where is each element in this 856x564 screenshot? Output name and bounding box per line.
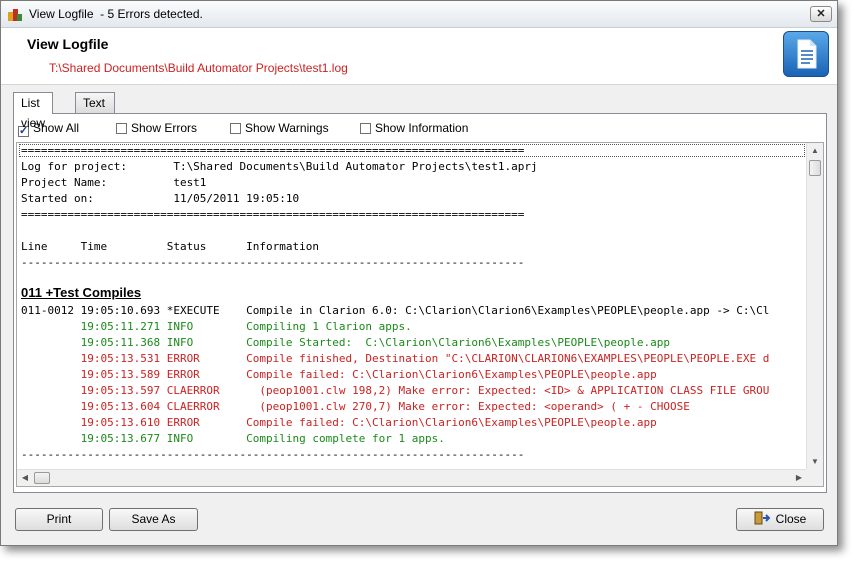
show-warnings-label: Show Warnings xyxy=(245,121,329,135)
log-line[interactable]: ----------------------------------------… xyxy=(21,255,524,271)
log-line-error[interactable]: 19:05:13.604 CLAERROR (peop1001.clw 270,… xyxy=(21,399,690,415)
tab-list-view[interactable]: List view xyxy=(13,92,53,130)
tab-text-view[interactable]: Text view xyxy=(75,92,116,130)
log-line[interactable]: 011-0012 19:05:10.693 *EXECUTE Compile i… xyxy=(21,303,769,319)
show-errors-checkbox[interactable]: Show Errors xyxy=(116,120,197,136)
show-information-label: Show Information xyxy=(375,121,469,135)
checkbox-icon xyxy=(116,123,127,134)
show-information-checkbox[interactable]: Show Information xyxy=(360,120,468,136)
log-line[interactable]: ----------------------------------------… xyxy=(21,447,524,463)
log-line[interactable]: Log for project: T:\Shared Documents\Bui… xyxy=(21,159,538,175)
page-title: View Logfile xyxy=(27,36,109,52)
log-line-error[interactable]: 19:05:13.589 ERROR Compile failed: C:\Cl… xyxy=(21,367,657,383)
log-line-info[interactable]: 19:05:11.368 INFO Compile Started: C:\Cl… xyxy=(21,335,670,351)
header-panel: View Logfile T:\Shared Documents\Build A… xyxy=(1,28,837,85)
log-line-error[interactable]: 19:05:13.610 ERROR Compile failed: C:\Cl… xyxy=(21,415,657,431)
exit-door-icon xyxy=(754,511,770,525)
app-icon xyxy=(8,9,22,21)
document-icon xyxy=(783,31,829,77)
view-logfile-window: View Logfile - 5 Errors detected. ✕ View… xyxy=(0,0,838,546)
checkbox-icon xyxy=(360,123,371,134)
checkbox-icon xyxy=(230,123,241,134)
window-title: View Logfile - 5 Errors detected. xyxy=(29,7,203,21)
log-line[interactable]: ========================================… xyxy=(21,143,524,159)
scroll-right-arrow-icon[interactable]: ▶ xyxy=(791,470,807,486)
scroll-up-arrow-icon[interactable]: ▲ xyxy=(807,143,823,159)
scroll-down-arrow-icon[interactable]: ▼ xyxy=(807,454,823,470)
horizontal-scroll-thumb[interactable] xyxy=(34,472,50,484)
close-button-label: Close xyxy=(775,512,807,526)
log-line-error[interactable]: 19:05:13.597 CLAERROR (peop1001.clw 198,… xyxy=(21,383,770,399)
log-line[interactable]: Project Name: test1 xyxy=(21,175,206,191)
log-line-info[interactable]: 19:05:11.271 INFO Compiling 1 Clarion ap… xyxy=(21,319,412,335)
list-view-panel: ✓Show All Show Errors Show Warnings Show… xyxy=(13,113,827,493)
scrollbar-corner xyxy=(806,469,823,486)
log-line-error[interactable]: 19:05:13.531 ERROR Compile finished, Des… xyxy=(21,351,770,367)
save-as-button[interactable]: Save As xyxy=(109,508,198,531)
log-section-heading[interactable]: 011 +Test Compiles xyxy=(21,285,141,301)
show-warnings-checkbox[interactable]: Show Warnings xyxy=(230,120,329,136)
filter-bar: ✓Show All Show Errors Show Warnings Show… xyxy=(18,120,818,137)
scroll-left-arrow-icon[interactable]: ◀ xyxy=(17,470,33,486)
print-button[interactable]: Print xyxy=(15,508,103,531)
footer-bar: Print Save As Close xyxy=(1,501,837,541)
log-list[interactable]: ========================================… xyxy=(16,142,824,487)
log-file-path: T:\Shared Documents\Build Automator Proj… xyxy=(49,61,348,75)
show-errors-label: Show Errors xyxy=(131,121,198,135)
log-line-info[interactable]: 19:05:13.677 INFO Compiling complete for… xyxy=(21,431,445,447)
horizontal-scrollbar[interactable]: ◀ ▶ xyxy=(17,469,807,486)
log-line[interactable]: Line Time Status Information xyxy=(21,239,319,255)
log-lines: ========================================… xyxy=(17,143,807,470)
vertical-scrollbar[interactable]: ▲ ▼ xyxy=(806,143,823,470)
log-line[interactable]: ========================================… xyxy=(21,207,524,223)
vertical-scroll-thumb[interactable] xyxy=(809,160,821,176)
window-close-button[interactable]: ✕ xyxy=(810,6,832,22)
log-line[interactable]: Started on: 11/05/2011 19:05:10 xyxy=(21,191,299,207)
title-bar[interactable]: View Logfile - 5 Errors detected. ✕ xyxy=(1,1,837,28)
close-button[interactable]: Close xyxy=(736,508,824,531)
